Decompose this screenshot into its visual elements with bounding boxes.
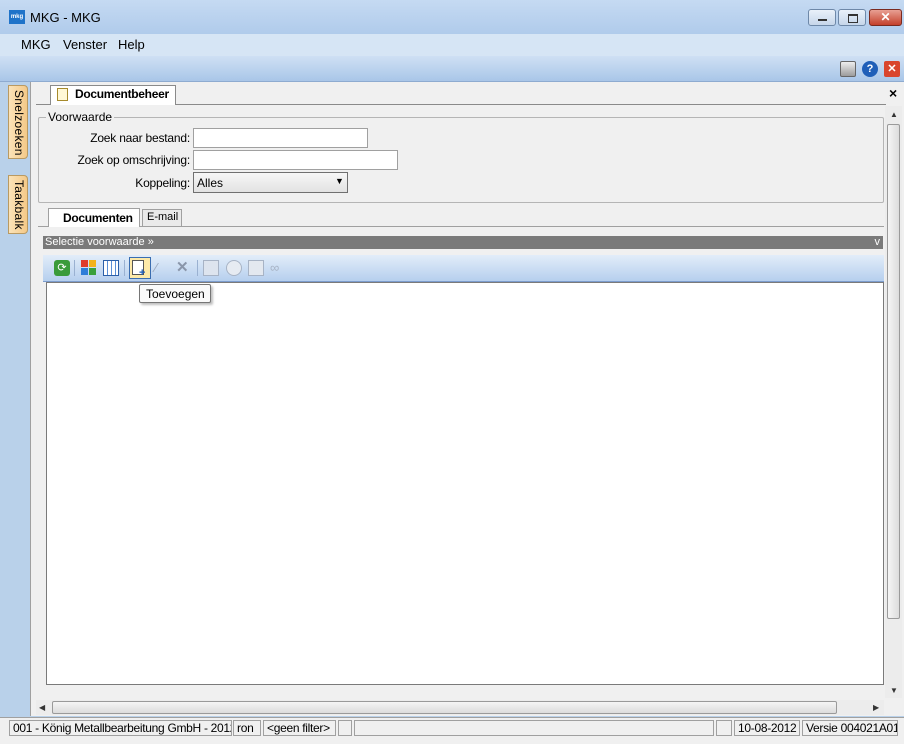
refresh-icon[interactable]: ⟳ (54, 260, 70, 276)
zoek-omschrijving-label: Zoek op omschrijving: (77, 153, 190, 167)
close-window-button[interactable]: ✕ (869, 9, 902, 26)
help-icon[interactable]: ? (862, 61, 878, 77)
layout-icon[interactable] (81, 260, 97, 276)
sidebar-tab-label: Taakbalk (12, 180, 26, 230)
printer-icon[interactable] (840, 61, 856, 77)
menu-venster[interactable]: Venster (63, 37, 107, 52)
scroll-left-icon[interactable]: ◀ (39, 703, 45, 712)
koppeling-value: Alles (197, 176, 224, 190)
scroll-down-icon[interactable]: ▼ (890, 686, 898, 695)
documents-grid[interactable] (46, 282, 884, 685)
plus-icon: + (139, 267, 146, 279)
close-tab-icon[interactable]: × (889, 85, 897, 101)
edit-icon[interactable]: ⁄ (155, 260, 171, 276)
sidebar-tab-taakbalk[interactable]: Taakbalk (8, 175, 28, 234)
tab-strip-line (38, 226, 884, 227)
koppeling-label: Koppeling: (135, 176, 190, 190)
top-toolbar (0, 56, 904, 82)
toolbar-separator (74, 260, 75, 276)
vertical-scroll-thumb[interactable] (887, 124, 900, 619)
tooltip: Toevoegen (139, 284, 211, 303)
tab-label: Documentbeheer (75, 87, 169, 101)
status-empty (338, 720, 352, 736)
delete-icon[interactable]: ✕ (176, 260, 192, 276)
minimize-button[interactable] (808, 9, 836, 26)
expand-icon[interactable]: v (875, 236, 881, 249)
status-filter: <geen filter> (263, 720, 336, 736)
close-panel-icon[interactable]: ✕ (884, 61, 900, 77)
chevron-down-icon: ▼ (335, 176, 344, 186)
tab-label: Documenten (63, 211, 133, 225)
maximize-button[interactable] (838, 9, 866, 26)
toolbar-separator (124, 260, 125, 276)
zoek-bestand-label: Zoek naar bestand: (90, 131, 190, 145)
sidebar-tab-label: Snelzoeken (12, 90, 26, 156)
tooltip-text: Toevoegen (146, 287, 205, 301)
status-date: 10-08-2012 (734, 720, 800, 736)
sidebar-tab-snelzoeken[interactable]: Snelzoeken (8, 85, 28, 159)
print-icon[interactable] (248, 260, 264, 276)
selectie-voorwaarde-bar[interactable]: Selectie voorwaarde » v (43, 236, 883, 249)
link-icon[interactable]: ∞ (270, 260, 286, 276)
columns-icon[interactable] (103, 260, 119, 276)
zoek-omschrijving-input[interactable] (193, 150, 398, 170)
close-icon: ✕ (880, 10, 891, 24)
menu-help[interactable]: Help (118, 37, 145, 52)
scroll-up-icon[interactable]: ▲ (890, 110, 898, 119)
horizontal-scroll-thumb[interactable] (52, 701, 837, 714)
menu-mkg[interactable]: MKG (21, 37, 51, 52)
zoek-bestand-input[interactable] (193, 128, 368, 148)
tab-documenten[interactable]: Documenten (48, 208, 140, 227)
title-bar (0, 0, 904, 35)
toolbar-separator (197, 260, 198, 276)
window-title: MKG - MKG (30, 10, 101, 25)
open-folder-icon[interactable] (203, 260, 219, 276)
email-icon[interactable] (226, 260, 242, 276)
tab-label: E-mail (147, 211, 179, 223)
status-empty (716, 720, 732, 736)
group-legend: Voorwaarde (46, 110, 115, 124)
status-user: ron (233, 720, 261, 736)
scroll-right-icon[interactable]: ▶ (873, 703, 879, 712)
status-message (354, 720, 714, 736)
status-version: Versie 004021A01 (802, 720, 898, 736)
app-logo-icon: mkg (9, 10, 25, 24)
status-company: 001 - König Metallbearbeitung GmbH - 201… (9, 720, 232, 736)
document-icon (57, 88, 68, 101)
tab-email[interactable]: E-mail (142, 209, 182, 226)
selectie-label: Selectie voorwaarde » (45, 236, 154, 248)
